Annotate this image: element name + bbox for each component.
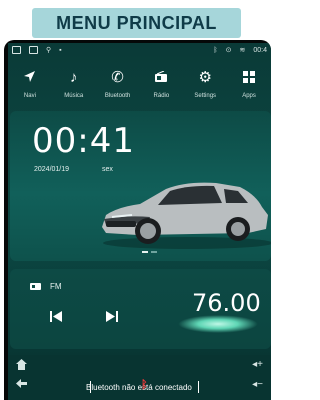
back-button[interactable] xyxy=(16,379,27,391)
window-icon xyxy=(12,46,21,54)
nav-label-settings: Settings xyxy=(194,93,217,99)
bluetooth-status-text: Bluetooth não está conectado xyxy=(86,382,192,392)
location-icon: ⊙ xyxy=(225,47,232,54)
nav-label-musica: Música xyxy=(64,93,84,99)
home-button[interactable] xyxy=(16,359,27,373)
status-time: 00:4 xyxy=(253,46,267,54)
phone-icon: ✆ xyxy=(111,69,124,86)
radio-frequency: 76.00 xyxy=(192,289,261,317)
clock-time: 00:41 xyxy=(32,121,135,161)
bluetooth-status-icon: ᛒ xyxy=(213,46,218,54)
wifi-icon: ≋ xyxy=(239,47,246,54)
navigation-arrow-icon xyxy=(23,65,37,89)
volume-down-button[interactable]: ◂− xyxy=(252,379,263,390)
head-unit-device: ⚲ ▪ ᛒ ⊙ ≋ 00:4 Navi ♪ Música ✆ Bluetooth… xyxy=(4,40,271,400)
nav-label-apps: Apps xyxy=(242,93,256,99)
previous-station-button[interactable] xyxy=(50,311,62,325)
usb-icon: ⚲ xyxy=(46,47,52,54)
nav-item-bluetooth[interactable]: ✆ Bluetooth xyxy=(96,59,140,109)
volume-up-button[interactable]: ◂+ xyxy=(252,359,263,370)
clock-date: 2024/01/19 xyxy=(34,166,70,173)
gear-icon: ⚙ xyxy=(198,69,212,86)
bt-bar-left xyxy=(90,381,91,393)
nav-item-radio[interactable]: Rádio xyxy=(139,59,183,109)
radio-small-icon xyxy=(30,281,41,293)
status-right-group: ᛒ ⊙ ≋ 00:4 xyxy=(213,46,267,55)
nav-label-navi: Navi xyxy=(23,93,36,99)
bluetooth-status[interactable]: ᛒ Bluetooth não está conectado xyxy=(86,379,236,395)
next-station-button[interactable] xyxy=(106,311,118,325)
music-note-icon: ♪ xyxy=(69,68,78,86)
bluetooth-icon: ᛒ xyxy=(141,379,148,391)
status-left-group: ⚲ ▪ xyxy=(12,46,62,54)
nav-item-navi[interactable]: Navi xyxy=(8,59,52,109)
bottom-bar: ᛒ Bluetooth não está conectado ◂+ ◂− xyxy=(8,355,271,400)
page-dot xyxy=(151,251,157,253)
status-bar: ⚲ ▪ ᛒ ⊙ ≋ 00:4 xyxy=(8,43,271,57)
radio-icon xyxy=(154,65,168,89)
main-nav: Navi ♪ Música ✆ Bluetooth Rádio ⚙ Settin… xyxy=(8,59,271,109)
frequency-glow xyxy=(178,315,258,333)
apps-grid-icon xyxy=(243,65,256,89)
nav-label-bluetooth: Bluetooth xyxy=(104,93,131,99)
radio-widget[interactable]: FM 76.00 xyxy=(10,269,271,349)
bt-bar-right xyxy=(198,381,199,393)
menu-principal-banner: MENU PRINCIPAL xyxy=(32,8,241,38)
nav-item-settings[interactable]: ⚙ Settings xyxy=(183,59,227,109)
head-unit-screen: ⚲ ▪ ᛒ ⊙ ≋ 00:4 Navi ♪ Música ✆ Bluetooth… xyxy=(8,43,271,400)
page-dot-active xyxy=(142,251,148,253)
page-indicator xyxy=(142,251,157,253)
battery-icon: ▪ xyxy=(59,46,62,54)
nav-label-radio: Rádio xyxy=(153,93,170,99)
nav-item-apps[interactable]: Apps xyxy=(227,59,271,109)
clock-widget[interactable]: 00:41 2024/01/19 sex xyxy=(10,111,271,261)
car-image xyxy=(102,182,271,249)
nav-item-musica[interactable]: ♪ Música xyxy=(52,59,96,109)
copy-icon xyxy=(29,46,38,54)
radio-band: FM xyxy=(50,282,62,291)
